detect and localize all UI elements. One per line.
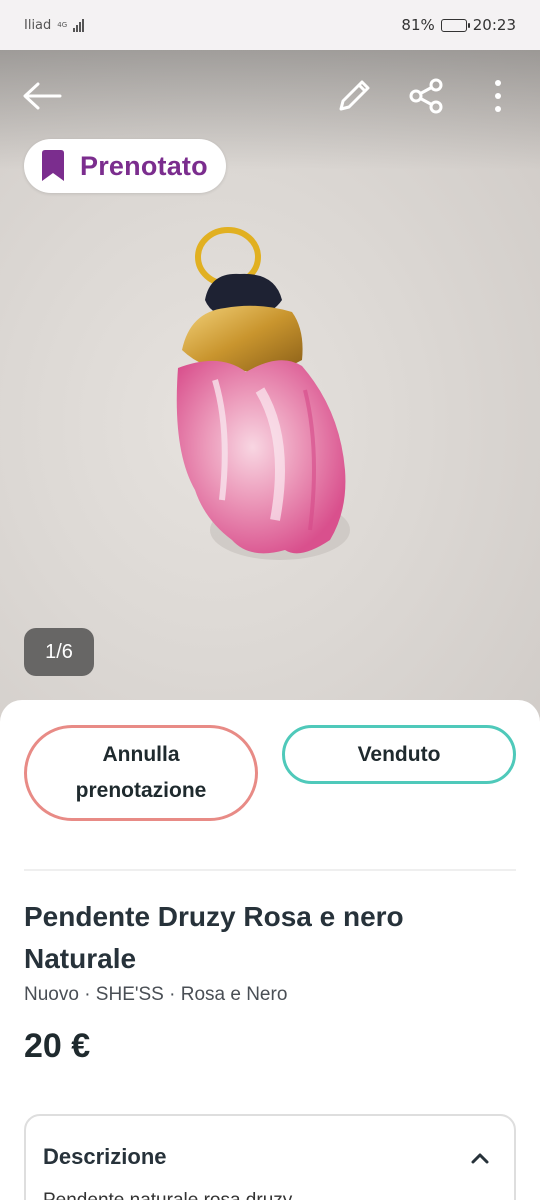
signal-icon [73, 18, 85, 32]
battery-percent: 81% [401, 16, 435, 34]
description-title: Descrizione [43, 1144, 167, 1169]
back-button[interactable] [18, 72, 66, 120]
reserved-badge: Prenotato [24, 139, 226, 193]
network-type: 4G [57, 20, 68, 29]
item-details-sheet: Annulla prenotazione Venduto Pendente Dr… [0, 700, 540, 1200]
status-bar: Iliad 4G 81% 20:23 [0, 0, 540, 50]
edit-button[interactable] [330, 72, 378, 120]
description-card[interactable]: Descrizione Pendente naturale rosa druzy [24, 1114, 516, 1200]
bookmark-icon [42, 150, 64, 181]
carrier-label: Iliad [24, 17, 52, 33]
clock: 20:23 [472, 16, 516, 34]
chevron-up-icon[interactable] [468, 1148, 492, 1168]
status-right: 81% 20:23 [401, 16, 516, 34]
share-button[interactable] [402, 72, 450, 120]
battery-icon [440, 18, 470, 32]
cancel-reservation-button[interactable]: Annulla prenotazione [24, 725, 258, 821]
product-photo[interactable]: Prenotato 1/6 [0, 50, 540, 730]
more-options-button[interactable] [474, 72, 522, 120]
item-price: 20 € [24, 1027, 91, 1065]
share-icon [409, 78, 443, 114]
item-title: Pendente Druzy Rosa e nero Naturale [24, 901, 404, 974]
more-vertical-icon [495, 80, 501, 112]
description-text: Pendente naturale rosa druzy [43, 1190, 292, 1200]
pencil-icon [339, 80, 370, 111]
reserved-label: Prenotato [80, 150, 208, 181]
photo-counter: 1/6 [24, 628, 94, 676]
mark-sold-button[interactable]: Venduto [282, 725, 516, 784]
arrow-left-icon [23, 82, 62, 110]
divider [24, 869, 516, 871]
status-left: Iliad 4G [24, 17, 85, 33]
item-meta: Nuovo · SHE'SS · Rosa e Nero [24, 984, 288, 1005]
